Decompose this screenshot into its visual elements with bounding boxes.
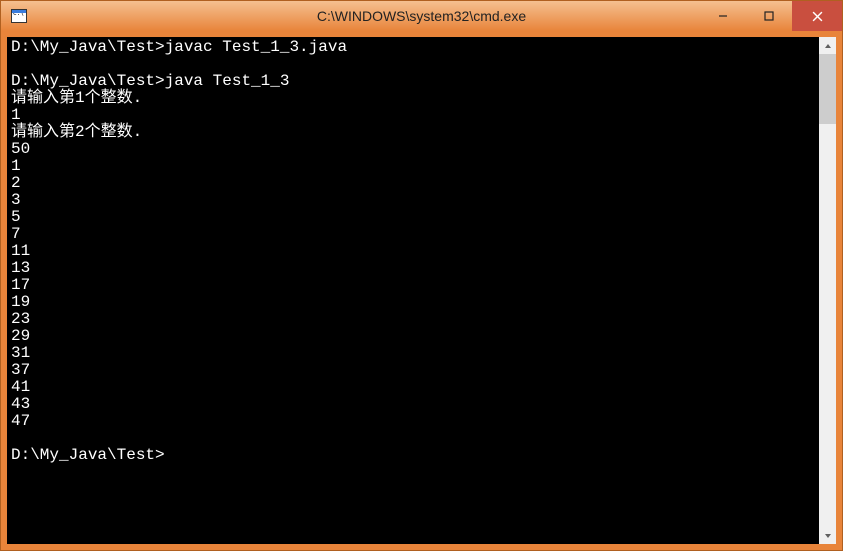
titlebar[interactable]: C:\WINDOWS\system32\cmd.exe [1,1,842,31]
scroll-down-button[interactable] [819,527,836,544]
scroll-track[interactable] [819,54,836,527]
maximize-button[interactable] [746,1,792,31]
scroll-thumb[interactable] [819,54,836,124]
window-title: C:\WINDOWS\system32\cmd.exe [317,8,526,24]
cmd-window: C:\WINDOWS\system32\cmd.exe D:\My_Java\T… [0,0,843,551]
scroll-up-button[interactable] [819,37,836,54]
close-button[interactable] [792,1,842,31]
content-area: D:\My_Java\Test>javac Test_1_3.java D:\M… [1,31,842,550]
console[interactable]: D:\My_Java\Test>javac Test_1_3.java D:\M… [7,37,836,544]
cmd-icon [11,9,27,23]
minimize-button[interactable] [700,1,746,31]
vertical-scrollbar[interactable] [819,37,836,544]
window-controls [700,1,842,31]
console-output: D:\My_Java\Test>javac Test_1_3.java D:\M… [7,37,819,544]
